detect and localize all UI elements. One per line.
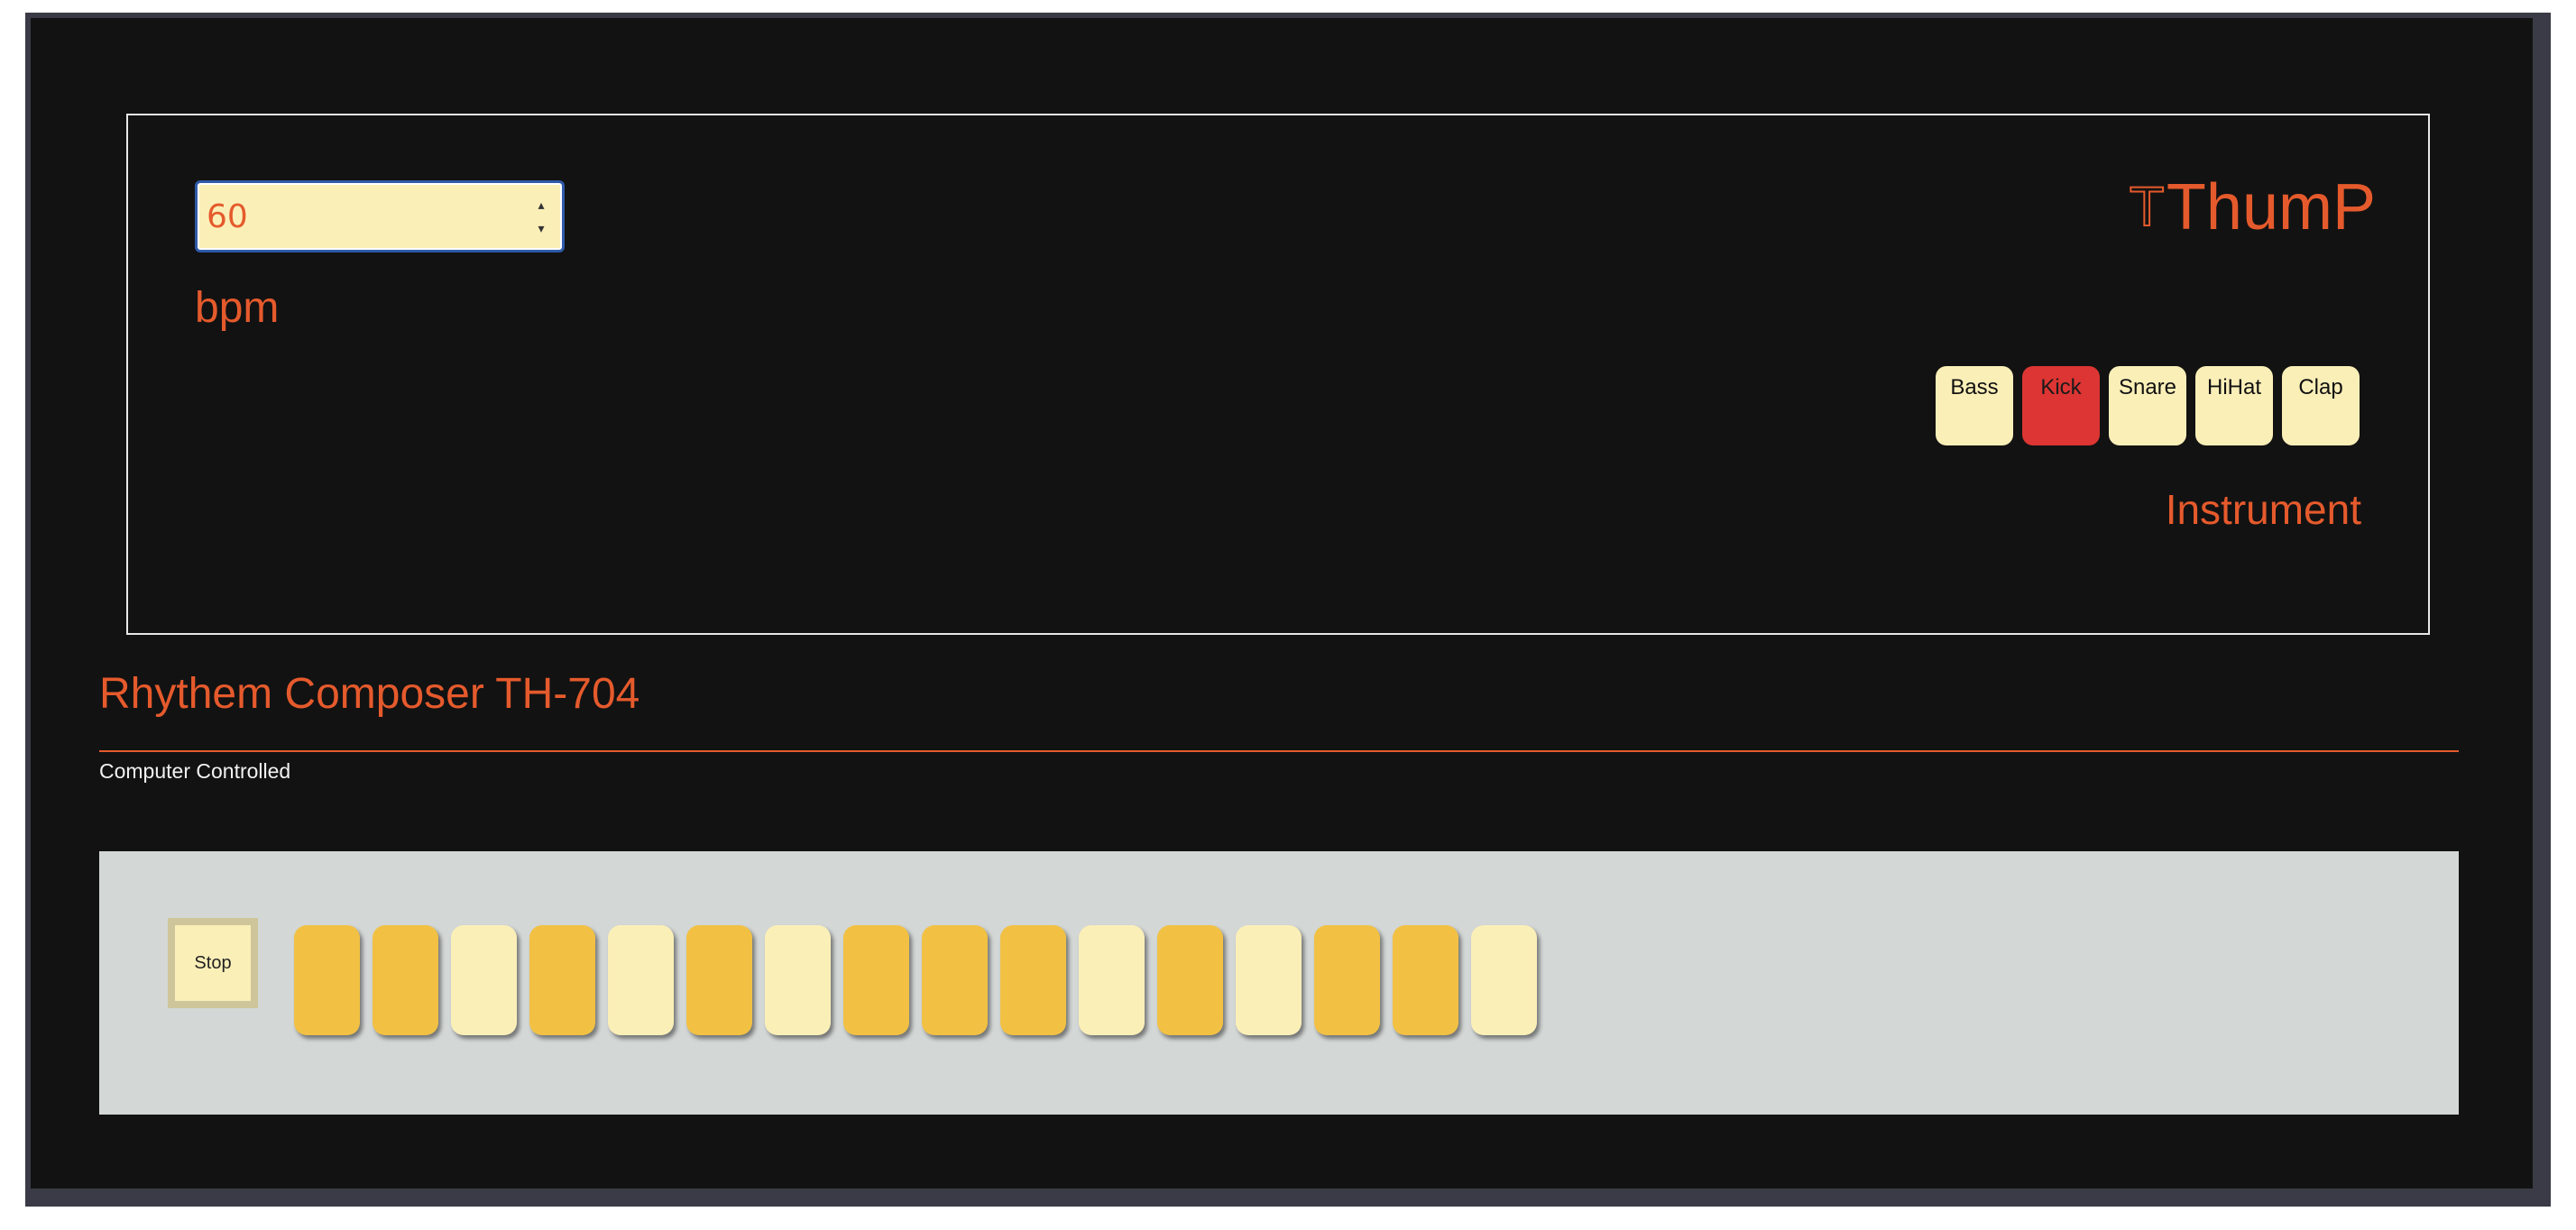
- step-pad-5[interactable]: [608, 925, 674, 1035]
- drum-machine: ▴ ▾ bpm T ThumP Bass Kick Snare HiHat Cl…: [31, 18, 2533, 1189]
- bpm-input[interactable]: [207, 188, 513, 244]
- instrument-button-kick[interactable]: Kick: [2022, 366, 2100, 445]
- instrument-label: Instrument: [2165, 486, 2361, 533]
- chevron-down-icon[interactable]: ▾: [538, 223, 544, 235]
- step-row: [294, 925, 1537, 1035]
- step-pad-2[interactable]: [373, 925, 438, 1035]
- brand: T ThumP: [2130, 175, 2376, 240]
- step-pad-8[interactable]: [843, 925, 909, 1035]
- bpm-field[interactable]: ▴ ▾: [195, 180, 565, 252]
- instrument-button-hihat[interactable]: HiHat: [2195, 366, 2273, 445]
- page-subtitle: Computer Controlled: [99, 759, 291, 783]
- step-pad-13[interactable]: [1236, 925, 1302, 1035]
- step-pad-16[interactable]: [1471, 925, 1537, 1035]
- logo-icon: T: [2130, 177, 2163, 238]
- instrument-button-clap[interactable]: Clap: [2282, 366, 2360, 445]
- stop-button[interactable]: Stop: [168, 918, 258, 1008]
- instrument-button-snare[interactable]: Snare: [2109, 366, 2186, 445]
- brand-name: ThumP: [2166, 171, 2376, 243]
- stop-button-label: Stop: [175, 925, 251, 1001]
- app-frame: ▴ ▾ bpm T ThumP Bass Kick Snare HiHat Cl…: [25, 13, 2551, 1207]
- step-pad-12[interactable]: [1157, 925, 1223, 1035]
- step-pad-9[interactable]: [922, 925, 988, 1035]
- step-pad-6[interactable]: [686, 925, 752, 1035]
- step-pad-3[interactable]: [451, 925, 517, 1035]
- instrument-button-bass[interactable]: Bass: [1936, 366, 2013, 445]
- step-pad-11[interactable]: [1079, 925, 1145, 1035]
- step-sequencer: Stop: [99, 851, 2459, 1115]
- step-pad-4[interactable]: [529, 925, 595, 1035]
- step-pad-15[interactable]: [1393, 925, 1458, 1035]
- step-pad-1[interactable]: [294, 925, 360, 1035]
- divider: [99, 750, 2459, 752]
- page-title: Rhythem Composer TH-704: [99, 670, 640, 718]
- control-panel: ▴ ▾ bpm T ThumP Bass Kick Snare HiHat Cl…: [126, 114, 2430, 635]
- instrument-selector: Bass Kick Snare HiHat Clap: [1936, 366, 2360, 445]
- chevron-up-icon[interactable]: ▴: [538, 199, 544, 212]
- step-pad-10[interactable]: [1000, 925, 1066, 1035]
- step-pad-14[interactable]: [1314, 925, 1380, 1035]
- bpm-label: bpm: [195, 284, 280, 332]
- bpm-stepper[interactable]: ▴ ▾: [533, 199, 549, 235]
- step-pad-7[interactable]: [765, 925, 831, 1035]
